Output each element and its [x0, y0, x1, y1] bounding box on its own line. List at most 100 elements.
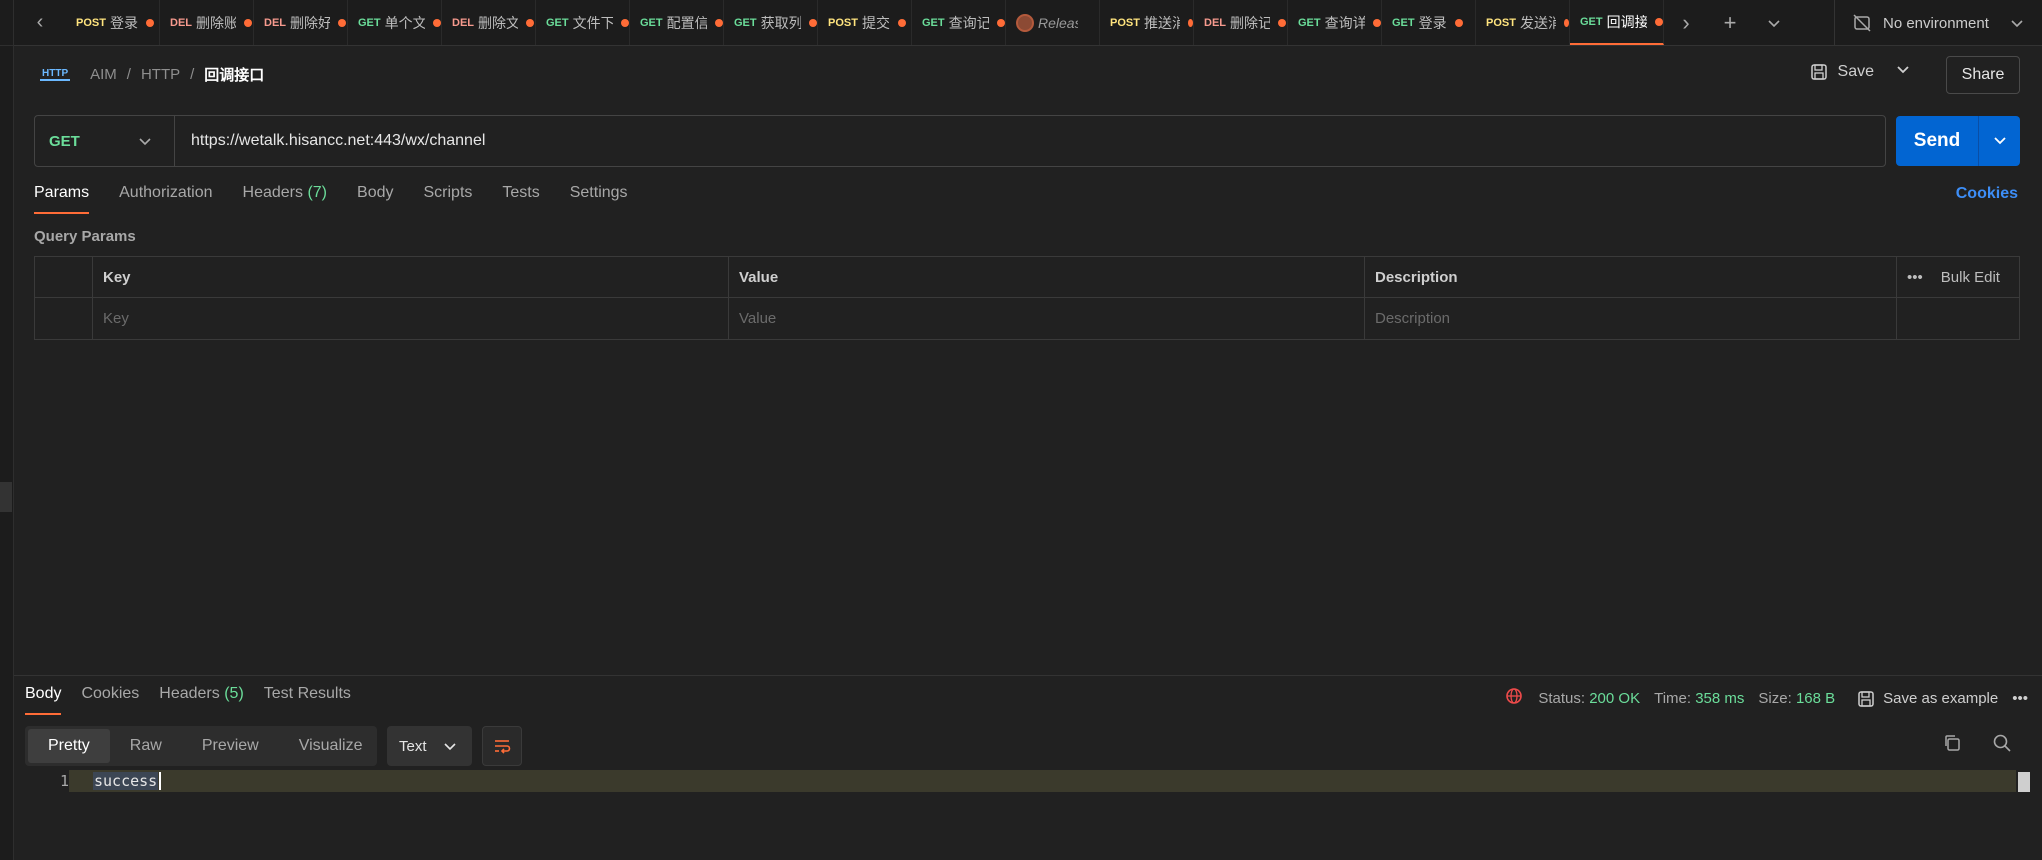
time-info[interactable]: Time: 358 ms	[1654, 690, 1744, 707]
bulk-edit-group: ••• Bulk Edit	[1907, 269, 2000, 286]
request-tab[interactable]: POST推送消息	[1100, 0, 1194, 45]
scrollbar-thumb[interactable]	[2018, 772, 2030, 792]
response-tab-test-results[interactable]: Test Results	[264, 685, 351, 715]
request-tab[interactable]: DEL 删除文件	[442, 0, 536, 45]
tab-title: 推送消息	[1143, 14, 1180, 31]
value-input[interactable]: Value	[729, 298, 1365, 339]
save-as-example-button[interactable]: Save as example	[1857, 690, 1998, 708]
request-tab[interactable]: Release	[1006, 0, 1100, 45]
request-tab[interactable]: DEL 删除好友	[254, 0, 348, 45]
more-options-icon[interactable]: •••	[1907, 269, 1923, 286]
tab-method: GET	[922, 16, 945, 29]
tab-params[interactable]: Params	[34, 184, 90, 214]
new-tab-button[interactable]: +	[1708, 0, 1752, 46]
tab-label: Headers	[159, 685, 220, 702]
status-label: Status:	[1538, 690, 1586, 707]
left-strip-header	[0, 0, 14, 46]
view-visualize-button[interactable]: Visualize	[279, 729, 383, 763]
view-raw-button[interactable]: Raw	[110, 729, 182, 763]
response-tab-body[interactable]: Body	[25, 685, 62, 715]
network-globe-icon[interactable]	[1504, 686, 1524, 711]
time-label: Time:	[1654, 690, 1692, 707]
request-tab[interactable]: GET 登录	[1382, 0, 1476, 45]
unsaved-dot-icon	[620, 18, 629, 27]
wrap-lines-button[interactable]	[482, 726, 522, 766]
unsaved-dot-icon	[1187, 18, 1193, 27]
share-button[interactable]: Share	[1946, 56, 2020, 94]
tab-title: 查询详情	[1324, 14, 1365, 31]
copy-icon[interactable]	[1942, 733, 1962, 753]
chevron-down-icon	[1993, 136, 2006, 144]
request-tab[interactable]: POST发送消息	[1476, 0, 1570, 45]
breadcrumb-item-collection[interactable]: HTTP	[141, 66, 180, 83]
request-tab[interactable]: POST 提交	[818, 0, 912, 45]
request-tab[interactable]: GET配置信息	[630, 0, 724, 45]
more-options-icon[interactable]: •••	[2012, 690, 2028, 707]
chevron-down-icon	[1897, 66, 1909, 74]
request-tab[interactable]: DEL 删除记录	[1194, 0, 1288, 45]
key-input[interactable]: Key	[93, 298, 729, 339]
tab-label: Settings	[569, 184, 628, 201]
request-tab[interactable]: GET文件下载	[536, 0, 630, 45]
row-checkbox-cell	[35, 298, 93, 339]
save-button[interactable]: Save	[1810, 63, 1874, 81]
response-tab-cookies[interactable]: Cookies	[81, 685, 139, 715]
breadcrumb-current-request[interactable]: 回调接口	[204, 64, 264, 85]
tab-tests[interactable]: Tests	[502, 184, 539, 214]
view-pretty-button[interactable]: Pretty	[28, 729, 110, 763]
url-input[interactable]: https://wetalk.hisancc.net:443/wx/channe…	[175, 132, 485, 150]
environment-selector[interactable]: No environment	[1834, 0, 2042, 46]
request-tab[interactable]: GET单个文件	[348, 0, 442, 45]
request-tab[interactable]: GET查询记录	[912, 0, 1006, 45]
request-tab[interactable]: GET回调接口	[1570, 0, 1664, 45]
chevron-right-icon: ›	[1682, 9, 1690, 35]
send-button[interactable]: Send	[1896, 130, 1978, 152]
save-options-button[interactable]	[1896, 62, 1910, 81]
cookies-link[interactable]: Cookies	[1956, 185, 2018, 203]
view-preview-button[interactable]: Preview	[182, 729, 279, 763]
line-number: 1	[14, 770, 69, 792]
unsaved-dot-icon	[1563, 18, 1569, 27]
tab-title: Release	[1038, 14, 1078, 31]
chevron-down-icon	[2011, 20, 2023, 28]
tab-headers[interactable]: Headers (7)	[243, 184, 328, 214]
tab-list-button[interactable]	[1752, 0, 1796, 46]
method-select[interactable]: GET	[35, 116, 175, 166]
sidebar-collapse-handle[interactable]	[0, 482, 12, 512]
tab-method: DEL	[264, 16, 286, 29]
tab-settings[interactable]: Settings	[570, 184, 628, 214]
send-options-button[interactable]	[1979, 133, 2020, 150]
tab-scripts[interactable]: Scripts	[423, 184, 472, 214]
response-body-line[interactable]: 1 success	[14, 770, 2016, 792]
response-pane-divider[interactable]	[14, 675, 2042, 676]
search-icon[interactable]	[1992, 733, 2012, 753]
breadcrumb-item-workspace[interactable]: AIM	[90, 66, 117, 83]
tab-label: Scripts	[423, 184, 473, 201]
tab-scroll-left-button[interactable]: ‹	[14, 0, 66, 45]
request-tab[interactable]: POST 登录	[66, 0, 160, 45]
response-format-select[interactable]: Text	[387, 726, 472, 766]
breadcrumb: HTTP AIM / HTTP / 回调接口	[40, 64, 264, 85]
size-info[interactable]: Size: 168 B	[1758, 690, 1835, 707]
tab-method: DEL	[1204, 16, 1226, 29]
tab-method: GET	[1580, 15, 1603, 28]
request-tab[interactable]: DEL 删除账号	[160, 0, 254, 45]
response-tab-headers[interactable]: Headers (5)	[159, 685, 244, 715]
description-input[interactable]: Description	[1365, 298, 1897, 339]
tab-scroll-right-button[interactable]: ›	[1664, 0, 1708, 46]
tab-authorization[interactable]: Authorization	[119, 184, 212, 214]
tab-method: GET	[546, 16, 569, 29]
request-tab[interactable]: GET获取列表	[724, 0, 818, 45]
request-tab[interactable]: GET查询详情	[1288, 0, 1382, 45]
bulk-edit-button[interactable]: Bulk Edit	[1941, 269, 2000, 286]
tab-body[interactable]: Body	[357, 184, 393, 214]
status-info[interactable]: Status: 200 OK	[1538, 690, 1640, 707]
left-sidebar-strip	[0, 0, 14, 860]
send-button-group: Send	[1896, 116, 2020, 166]
chevron-down-icon	[1768, 19, 1780, 27]
request-config-tabs: Params Authorization Headers (7) Body Sc…	[34, 184, 628, 214]
tab-title: 文件下载	[572, 14, 613, 31]
response-meta: Status: 200 OK Time: 358 ms Size: 168 B …	[1504, 686, 2028, 711]
environment-label: No environment	[1883, 14, 1989, 32]
tab-method: GET	[1392, 16, 1415, 29]
